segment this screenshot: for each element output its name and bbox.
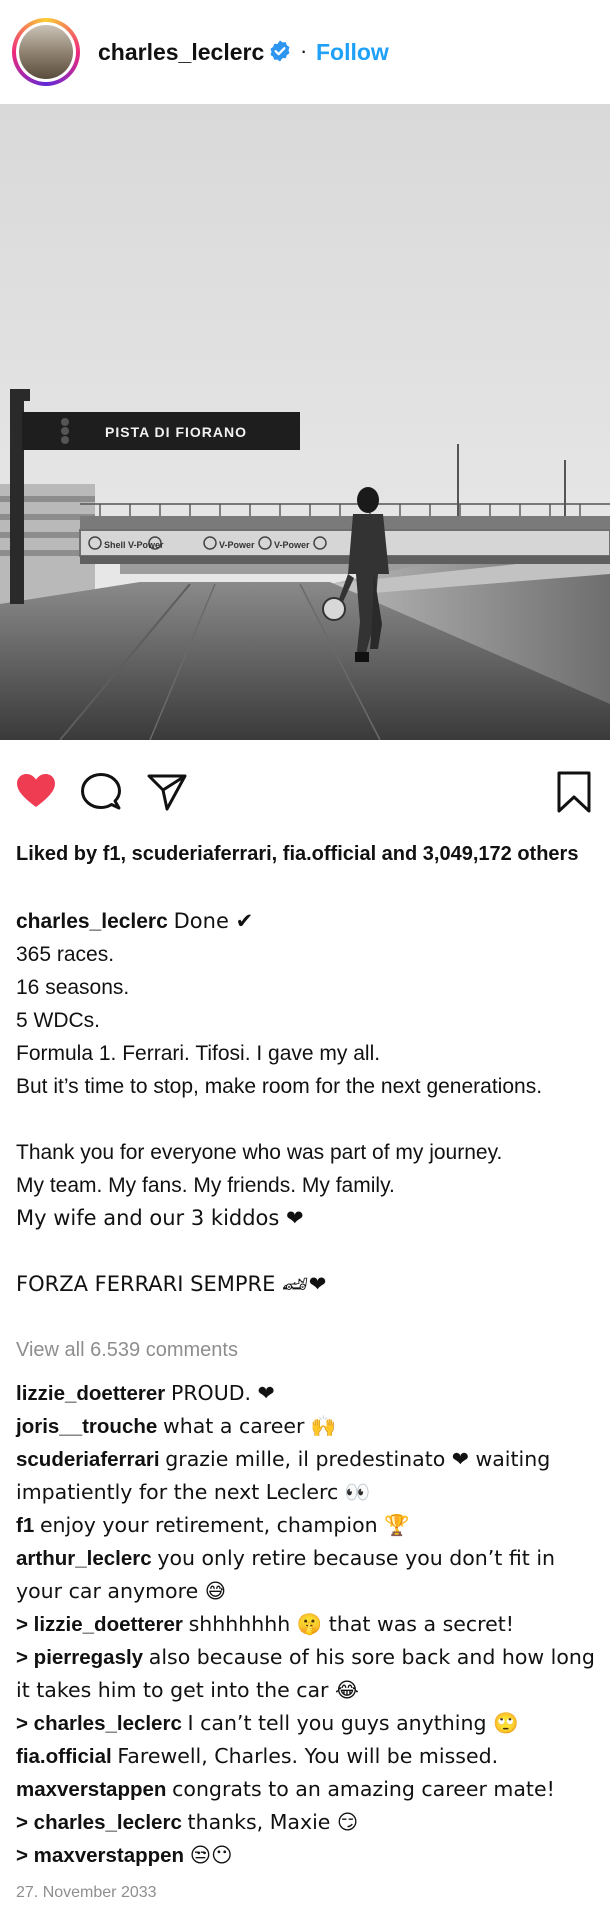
avatar[interactable] (12, 18, 80, 86)
svg-text:V-Power: V-Power (219, 540, 255, 550)
follow-button[interactable]: Follow (316, 39, 389, 66)
author-username[interactable]: charles_leclerc (98, 39, 264, 66)
comment-reply: > pierregasly also because of his sore b… (16, 1641, 601, 1707)
comment-reply: > maxverstappen 😒😶 (16, 1839, 601, 1872)
svg-text:V-Power: V-Power (274, 540, 310, 550)
comment-text: thanks, Maxie 😏 (187, 1810, 359, 1834)
comment-reply: > lizzie_doetterer shhhhhhh 🤫 that was a… (16, 1608, 601, 1641)
comment-text: congrats to an amazing career mate! (172, 1777, 555, 1801)
comment-username[interactable]: f1 (16, 1514, 34, 1537)
comment-text: enjoy your retirement, champion 🏆 (39, 1513, 410, 1537)
heart-icon[interactable] (16, 773, 56, 809)
bookmark-icon[interactable] (556, 771, 592, 813)
comment: f1 enjoy your retirement, champion 🏆 (16, 1509, 601, 1542)
comment-username[interactable]: fia.official (16, 1745, 112, 1768)
comment-username[interactable]: > lizzie_doetterer (16, 1613, 183, 1636)
caption-line: But it’s time to stop, make room for the… (16, 1075, 543, 1098)
caption-line: Formula 1. Ferrari. Tifosi. I gave my al… (16, 1042, 381, 1065)
sign-text: PISTA DI FIORANO (105, 424, 247, 440)
comment: joris__trouche what a career 🙌 (16, 1410, 601, 1443)
comment-username[interactable]: lizzie_doetterer (16, 1382, 165, 1405)
caption-line: 365 races. (16, 943, 115, 966)
comment-username[interactable]: > charles_leclerc (16, 1712, 182, 1735)
comment-reply: > charles_leclerc I can’t tell you guys … (16, 1707, 601, 1740)
comment-text: what a career 🙌 (162, 1414, 337, 1438)
comment-username[interactable]: > pierregasly (16, 1646, 143, 1669)
comment: arthur_leclerc you only retire because y… (16, 1542, 601, 1608)
comment-username[interactable]: joris__trouche (16, 1415, 157, 1438)
comment-username[interactable]: maxverstappen (16, 1778, 166, 1801)
caption-line: 16 seasons. (16, 976, 130, 999)
post-date: 27. November 2033 (16, 1884, 157, 1901)
comment-list: lizzie_doetterer PROUD. ❤ joris__trouche… (16, 1377, 601, 1872)
post-header: charles_leclerc · Follow (0, 0, 610, 104)
likes-summary[interactable]: Liked by f1, scuderiaferrari, fia.offici… (16, 843, 601, 866)
comment-text: 😒😶 (189, 1843, 233, 1867)
caption-line: My wife and our 3 kiddos ❤ (16, 1206, 304, 1230)
comment: fia.official Farewell, Charles. You will… (16, 1740, 601, 1773)
post-photo[interactable]: Shell V-Power V-Power V-Power PISTA DI F… (0, 104, 610, 740)
view-all-comments-link[interactable]: View all 6.539 comments (16, 1339, 238, 1362)
caption-line (16, 1103, 601, 1136)
comment-icon[interactable] (81, 773, 121, 811)
comment: lizzie_doetterer PROUD. ❤ (16, 1377, 601, 1410)
verified-badge-icon (270, 40, 290, 62)
separator-dot: · (300, 38, 308, 63)
caption-author[interactable]: charles_leclerc (16, 910, 168, 933)
comment-text: shhhhhhh 🤫 that was a secret! (188, 1612, 514, 1636)
comment-text: PROUD. ❤ (170, 1381, 275, 1405)
comment: maxverstappen congrats to an amazing car… (16, 1773, 601, 1806)
comment: scuderiaferrari grazie mille, il predest… (16, 1443, 601, 1509)
banner-text: Shell V-Power (104, 540, 164, 550)
action-bar (0, 740, 610, 840)
comment-username[interactable]: arthur_leclerc (16, 1547, 152, 1570)
comment-username[interactable]: scuderiaferrari (16, 1448, 160, 1471)
caption-line: My team. My fans. My friends. My family. (16, 1174, 395, 1197)
comment-text: Farewell, Charles. You will be missed. (117, 1744, 499, 1768)
comment-reply: > charles_leclerc thanks, Maxie 😏 (16, 1806, 601, 1839)
comment-username[interactable]: > maxverstappen (16, 1844, 184, 1867)
caption-line: 5 WDCs. (16, 1009, 100, 1032)
caption-line: Done ✔ (173, 909, 254, 933)
comment-text: I can’t tell you guys anything 🙄 (187, 1711, 519, 1735)
comment-username[interactable]: > charles_leclerc (16, 1811, 182, 1834)
caption-line (16, 1235, 601, 1268)
caption-line: Thank you for everyone who was part of m… (16, 1141, 503, 1164)
share-icon[interactable] (147, 773, 187, 811)
caption: charles_leclerc Done ✔ 365 races. 16 sea… (16, 905, 601, 1301)
caption-line: FORZA FERRARI SEMPRE 🏎❤ (16, 1272, 327, 1296)
